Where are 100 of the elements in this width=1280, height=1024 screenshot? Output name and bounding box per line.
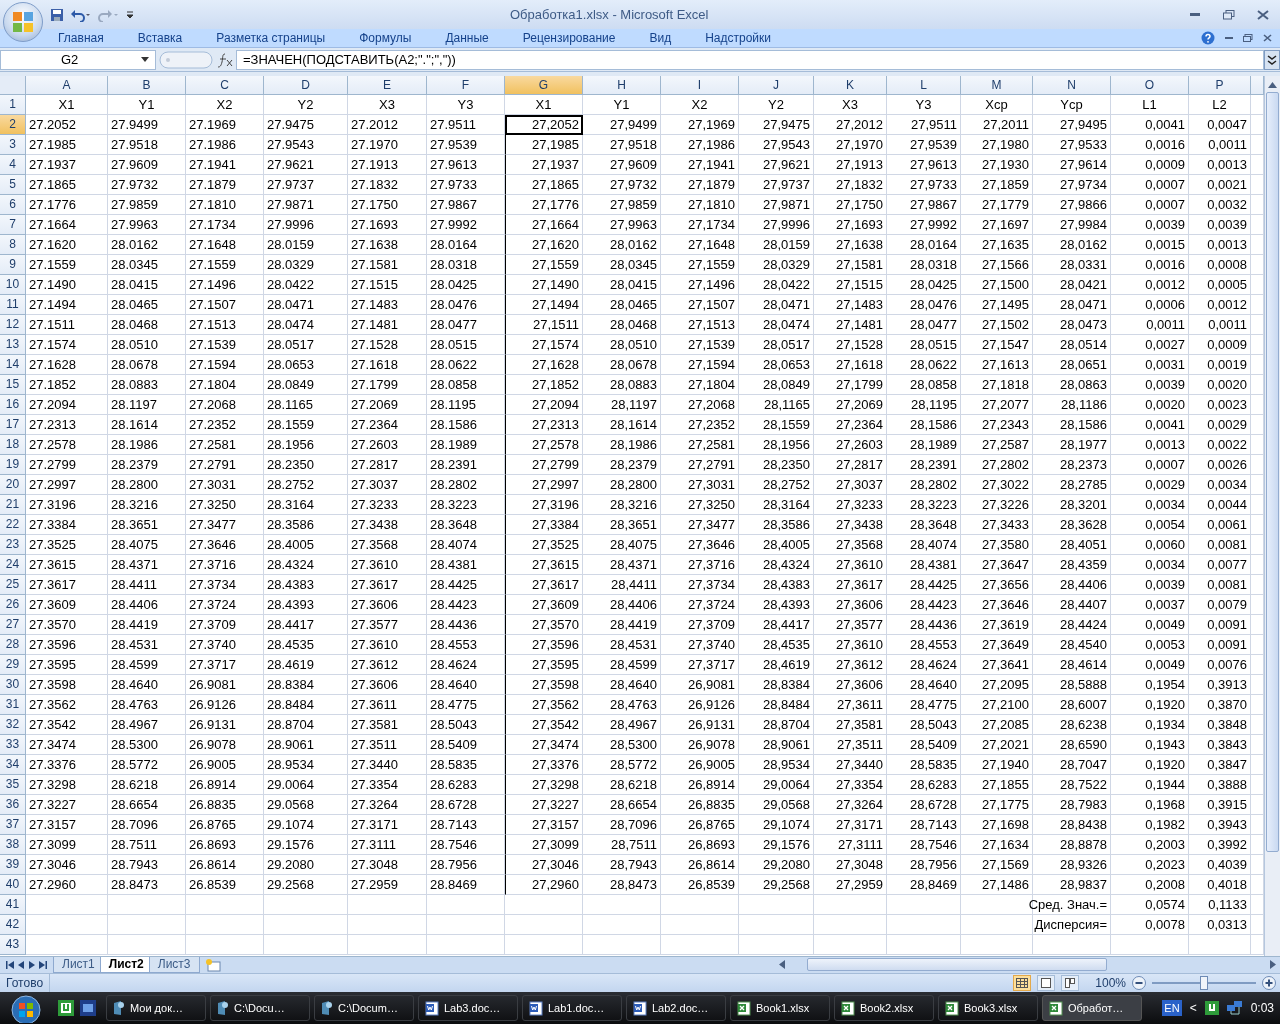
first-sheet-icon[interactable] [6,960,14,969]
formula-field[interactable]: =ЗНАЧЕН(ПОДСТАВИТЬ(A2;".";",")) [236,49,1264,70]
row-header[interactable]: 41 [0,894,26,915]
scroll-up-icon[interactable] [1268,81,1277,88]
taskbar-button[interactable]: Обработ… [1042,995,1142,1021]
taskbar-button[interactable]: Book2.xlsx [834,995,934,1021]
row-header[interactable]: 10 [0,274,26,295]
taskbar-button[interactable]: Мои док… [106,995,206,1021]
table-cell: 27,3656 [961,574,1033,595]
row-header[interactable]: 24 [0,554,26,575]
row-header[interactable]: 19 [0,454,26,475]
page-break-button[interactable] [1061,974,1080,991]
restore-icon[interactable] [1243,34,1253,43]
row-header[interactable]: 25 [0,574,26,595]
ribbon-tab[interactable]: Вставка [137,31,183,46]
expand-handle-icon[interactable] [156,49,216,70]
ribbon-tab[interactable]: Надстройки [705,31,771,46]
taskbar-button[interactable]: Book1.xlsx [730,995,830,1021]
ribbon-tab[interactable]: Вид [649,31,672,46]
row-header[interactable]: 35 [0,774,26,795]
row-header[interactable]: 7 [0,214,26,235]
row-header[interactable]: 27 [0,614,26,635]
scroll-thumb[interactable] [807,958,1107,972]
taskbar-button[interactable]: Lab2.doc… [626,995,726,1021]
table-cell: 28.0159 [264,234,348,255]
row-header[interactable]: 43 [0,934,26,955]
taskbar-button[interactable]: Book3.xlsx [938,995,1038,1021]
row-header[interactable]: 14 [0,354,26,375]
ribbon-tab[interactable]: Формулы [359,31,412,46]
row-header[interactable]: 38 [0,834,26,855]
row-header[interactable]: 28 [0,634,26,655]
customize-icon[interactable] [126,9,134,20]
row-header[interactable]: 36 [0,794,26,815]
row-header[interactable]: 33 [0,734,26,755]
page-layout-button[interactable] [1037,974,1056,991]
row-header[interactable]: 17 [0,414,26,435]
row-header[interactable]: 34 [0,754,26,775]
zoom-out-icon[interactable] [1132,975,1146,990]
minimize-icon[interactable] [1225,36,1233,40]
scroll-thumb[interactable] [1266,91,1279,852]
scroll-right-icon[interactable] [1270,960,1276,970]
row-header[interactable]: 37 [0,814,26,835]
scroll-left-icon[interactable] [779,960,785,970]
row-header[interactable]: 26 [0,594,26,615]
row-header[interactable]: 15 [0,374,26,395]
name-box[interactable]: G2 [0,49,156,70]
row-header[interactable]: 20 [0,474,26,495]
row-header[interactable]: 18 [0,434,26,455]
row-header[interactable]: 4 [0,154,26,175]
row-header[interactable]: 8 [0,234,26,255]
clock[interactable]: 0:03 [1250,1001,1274,1015]
taskbar-button[interactable]: Lab3.doc… [418,995,518,1021]
media-icon[interactable] [80,1000,96,1016]
row-header[interactable]: 1 [0,94,26,115]
taskbar-button[interactable]: C:\Docu… [210,995,310,1021]
ribbon-tab[interactable]: Разметка страницы [216,31,326,46]
last-sheet-icon[interactable] [39,960,47,969]
row-header[interactable]: 23 [0,534,26,555]
row-header[interactable]: 31 [0,694,26,715]
sheet-tab[interactable]: Лист3 [148,956,200,973]
save-icon[interactable] [50,7,64,22]
zoom-in-icon[interactable] [1262,975,1276,990]
row-header[interactable]: 40 [0,874,26,895]
close-icon[interactable] [1263,34,1272,43]
vertical-scrollbar[interactable] [1264,75,1280,956]
row-header[interactable]: 9 [0,254,26,275]
row-header[interactable]: 13 [0,334,26,355]
row-header[interactable]: 5 [0,174,26,195]
expand-icon[interactable] [1264,49,1280,70]
row-header[interactable]: 11 [0,294,26,315]
row-header[interactable]: 2 [0,114,26,135]
row-header[interactable]: 39 [0,854,26,875]
row-header[interactable]: 6 [0,194,26,215]
ribbon-tab[interactable]: Рецензирование [522,31,616,46]
row-header[interactable]: 29 [0,654,26,675]
normal-view-button[interactable] [1013,974,1032,991]
table-cell: 27,3612 [814,654,887,675]
next-sheet-icon[interactable] [28,960,36,969]
taskbar-button[interactable]: C:\Docum… [314,995,414,1021]
language-indicator[interactable]: EN [1162,1000,1182,1016]
row-header[interactable]: 42 [0,914,26,935]
row-header[interactable]: 32 [0,714,26,735]
table-cell: 28,4531 [583,634,661,655]
table-cell: 27.3438 [348,514,427,535]
dropdown-icon[interactable] [141,57,149,63]
taskbar-button[interactable]: Lab1.doc… [522,995,622,1021]
row-header[interactable]: 12 [0,314,26,335]
help-icon[interactable] [1201,31,1215,46]
row-header[interactable]: 3 [0,134,26,155]
network-icon[interactable] [1226,1001,1243,1015]
previous-sheet-icon[interactable] [17,960,25,969]
zoom-thumb[interactable] [1200,975,1208,990]
zoom-level[interactable]: 100% [1095,975,1126,990]
show-hidden-icons[interactable]: < [1189,1001,1197,1015]
row-header[interactable]: 21 [0,494,26,515]
row-header[interactable]: 16 [0,394,26,415]
ribbon-tab[interactable]: Главная [58,31,104,46]
row-header[interactable]: 22 [0,514,26,535]
ribbon-tab[interactable]: Данные [445,31,489,46]
row-header[interactable]: 30 [0,674,26,695]
